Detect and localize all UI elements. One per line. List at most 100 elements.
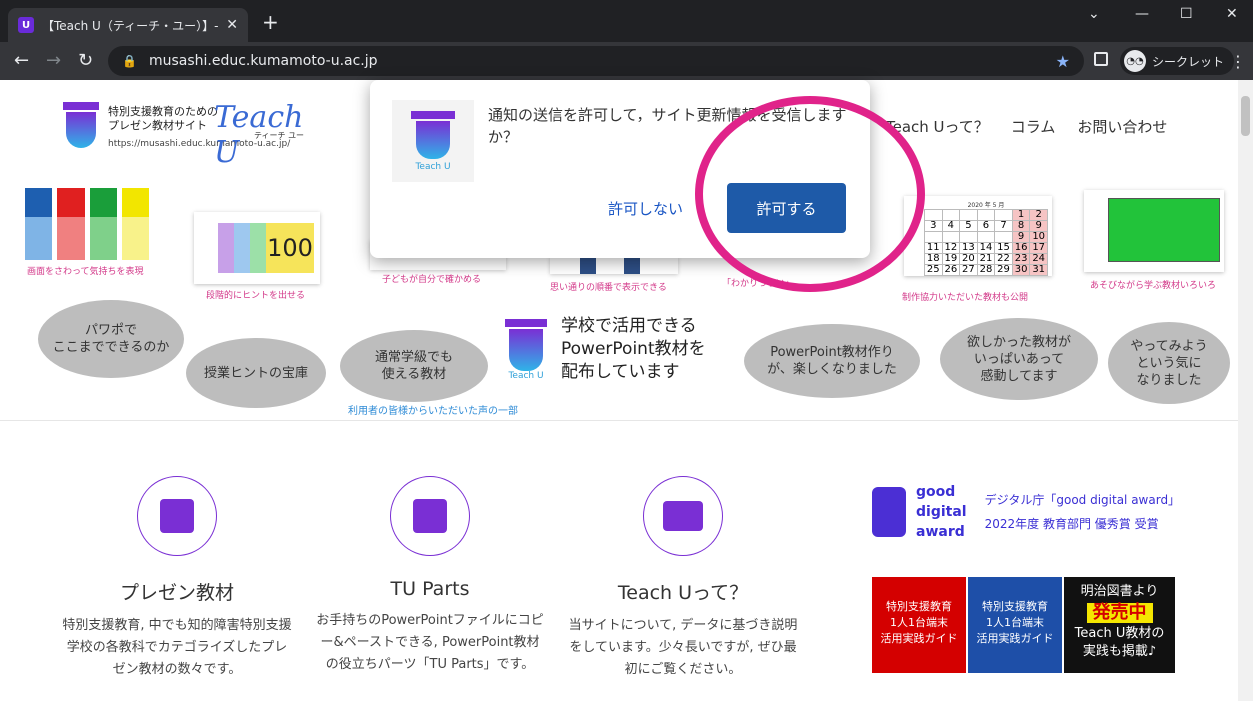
tab-search-icon[interactable]: ⌄ bbox=[1088, 6, 1100, 22]
calendar-day bbox=[959, 231, 978, 243]
calendar-day bbox=[924, 231, 943, 243]
book-cover: 特別支援教育 1人1台端末 活用実践ガイド bbox=[968, 577, 1062, 673]
testimonial-bubble: パワポで ここまでできるのか bbox=[38, 300, 184, 378]
url-text[interactable]: musashi.educ.kumamoto-u.ac.jp bbox=[149, 53, 1056, 69]
nav-item-column[interactable]: コラム bbox=[1011, 116, 1056, 137]
scroll-thumb[interactable] bbox=[1241, 96, 1250, 136]
testimonial-bubble: 通常学級でも 使える教材 bbox=[340, 330, 488, 402]
browser-menu-icon[interactable]: ⋮ bbox=[1230, 52, 1246, 71]
calendar-day: 19 bbox=[941, 253, 961, 265]
banner-note: Teach U教材の 実践も掲載♪ bbox=[1074, 626, 1165, 659]
back-icon[interactable]: ← bbox=[14, 50, 29, 71]
calendar-day: 25 bbox=[924, 264, 943, 276]
deny-button[interactable]: 許可しない bbox=[608, 198, 683, 219]
site-favicon-icon: U bbox=[18, 17, 34, 33]
calendar-day: 24 bbox=[1029, 253, 1048, 265]
card-title[interactable]: Teach Uって？ bbox=[568, 578, 798, 605]
calendar-day: 15 bbox=[994, 242, 1013, 254]
lock-icon: 🔒 bbox=[122, 54, 137, 68]
thumbnail-caption: あそびながら学ぶ教材いろいろ bbox=[1090, 281, 1217, 291]
banner-text: 明治図書より 発売中 Teach U教材の 実践も掲載♪ bbox=[1064, 577, 1175, 673]
calendar-day: 17 bbox=[1029, 242, 1048, 254]
calendar-day bbox=[994, 209, 1013, 221]
calendar-day: 2 bbox=[1029, 209, 1048, 221]
testimonial-bubble: 欲しかった教材が いっぱいあって 感動してます bbox=[940, 318, 1098, 400]
testimonial-bubble: 授業ヒントの宝庫 bbox=[186, 338, 326, 408]
id-card-icon bbox=[643, 476, 723, 556]
popup-icon-label: Teach U bbox=[415, 161, 451, 172]
tab-close-icon[interactable]: ✕ bbox=[226, 17, 238, 33]
award-logo-text: good digital award bbox=[916, 484, 967, 540]
thumbnail-order[interactable] bbox=[550, 256, 678, 274]
calendar-day: 28 bbox=[976, 264, 996, 276]
calendar-day: 14 bbox=[976, 242, 996, 254]
testimonial-bubble: PowerPoint教材作り が、楽しくなりました bbox=[744, 324, 920, 398]
minimize-icon[interactable]: — bbox=[1135, 6, 1149, 22]
calendar-day: 9 bbox=[1029, 220, 1048, 232]
highlight-circle bbox=[695, 96, 925, 292]
calendar-title: 2020 年 5 月 bbox=[967, 202, 1005, 209]
thumbnail-caption: 段階的にヒントを出せる bbox=[206, 291, 306, 301]
presentation-file-icon bbox=[137, 476, 217, 556]
thumbnail-caption: 画面をさわって気持ちを表現 bbox=[27, 267, 144, 277]
teach-u-logo-icon: Teach U bbox=[392, 100, 474, 182]
calendar-day: 8 bbox=[1011, 220, 1031, 232]
browser-tabstrip: U 【Teach U（ティーチ・ユー）】- [Teac ✕ + ⌄ — ☐ ✕ bbox=[0, 0, 1253, 42]
site-logo[interactable]: 特別支援教育のための プレゼン教材サイト https://musashi.edu… bbox=[62, 98, 322, 170]
thumbnail-hint[interactable]: 100 bbox=[194, 212, 320, 284]
award-line1: デジタル庁「good digital award」 bbox=[984, 493, 1181, 507]
reload-icon[interactable]: ↻ bbox=[78, 50, 93, 71]
maximize-icon[interactable]: ☐ bbox=[1180, 6, 1193, 22]
calendar-day: 5 bbox=[959, 220, 978, 232]
testimonial-bubble: やってみよう という気に なりました bbox=[1108, 322, 1230, 404]
award-block[interactable]: good digital award デジタル庁「good digital awar… bbox=[872, 482, 1180, 542]
card-desc: 当サイトについて, データに基づき説明をしています。少々長いですが, ぜひ最初に… bbox=[568, 618, 798, 677]
center-message-text: 学校で活用できる PowerPoint教材を 配布しています bbox=[561, 316, 706, 382]
card-desc: 特別支援教育, 中でも知的障害特別支援学校の各教科でカテゴライズしたプレゼン教材… bbox=[62, 618, 292, 677]
calendar-day bbox=[959, 209, 978, 221]
calendar-day: 6 bbox=[976, 220, 996, 232]
thumbnail-caption: 子どもが自分で確かめる bbox=[382, 275, 482, 285]
thumbnail-play[interactable] bbox=[1084, 190, 1224, 272]
forward-icon[interactable]: → bbox=[46, 50, 61, 71]
card-desc: お手持ちのPowerPointファイルにコピー&ペーストできる, PowerPo… bbox=[316, 613, 544, 672]
calendar-day: 11 bbox=[924, 242, 943, 254]
scrollbar[interactable] bbox=[1238, 80, 1253, 701]
copy-icon bbox=[390, 476, 470, 556]
card-presentation[interactable]: プレゼン教材 特別支援教育, 中でも知的障害特別支援学校の各教科でカテゴライズし… bbox=[62, 476, 292, 681]
teach-u-logo-icon bbox=[62, 102, 100, 154]
calendar-day bbox=[976, 209, 996, 221]
calendar-day: 29 bbox=[994, 264, 1013, 276]
incognito-badge[interactable]: ◔◔ シークレット bbox=[1120, 47, 1235, 75]
browser-toolbar: ← → ↻ 🔒 musashi.educ.kumamoto-u.ac.jp ★ … bbox=[0, 42, 1253, 80]
browser-tab[interactable]: U 【Teach U（ティーチ・ユー）】- [Teac ✕ bbox=[8, 8, 248, 42]
calendar-day: 4 bbox=[941, 220, 961, 232]
close-window-icon[interactable]: ✕ bbox=[1226, 6, 1238, 22]
thumbnail-calendar[interactable]: 2020 年 5 月 1 2 3 4 5 6 7 8 9 9 10 11 12 13 14 15 16 17 18 1… bbox=[904, 196, 1052, 276]
address-bar[interactable]: 🔒 musashi.educ.kumamoto-u.ac.jp ★ bbox=[108, 46, 1084, 76]
thumbnail-caption: 制作協力いただいた教材も公開 bbox=[902, 293, 1029, 303]
book-banner[interactable]: 特別支援教育 1人1台端末 活用実践ガイド 特別支援教育 1人1台端末 活用実践… bbox=[872, 577, 1175, 673]
award-line2: 2022年度 教育部門 優秀賞 受賞 bbox=[984, 517, 1159, 531]
new-tab-icon[interactable]: + bbox=[262, 10, 279, 34]
thumbnail-caption: 思い通りの順番で表示できる bbox=[550, 283, 667, 293]
calendar-day: 7 bbox=[994, 220, 1013, 232]
calendar-day bbox=[941, 231, 961, 243]
card-tu-parts[interactable]: TU Parts お手持ちのPowerPointファイルにコピー&ペーストできる… bbox=[315, 476, 545, 676]
calendar-day: 21 bbox=[976, 253, 996, 265]
thumbs-up-icon bbox=[872, 487, 906, 537]
calendar-day bbox=[994, 231, 1013, 243]
logo-script-sub: ティーチ ユー bbox=[254, 131, 305, 140]
thumbnail-emotion[interactable] bbox=[25, 188, 149, 260]
calendar-day: 30 bbox=[1011, 264, 1031, 276]
incognito-icon: ◔◔ bbox=[1124, 50, 1146, 72]
calendar-day: 31 bbox=[1029, 264, 1048, 276]
bookmark-star-icon[interactable]: ★ bbox=[1056, 52, 1070, 71]
incognito-label: シークレット bbox=[1152, 54, 1225, 69]
card-title[interactable]: プレゼン教材 bbox=[62, 578, 292, 605]
nav-item-contact[interactable]: お問い合わせ bbox=[1077, 116, 1167, 137]
side-panel-icon[interactable] bbox=[1094, 52, 1108, 66]
card-title[interactable]: TU Parts bbox=[315, 578, 545, 600]
voice-note: 利用者の皆様からいただいた声の一部 bbox=[348, 406, 518, 417]
card-about[interactable]: Teach Uって？ 当サイトについて, データに基づき説明をしています。少々長… bbox=[568, 476, 798, 681]
